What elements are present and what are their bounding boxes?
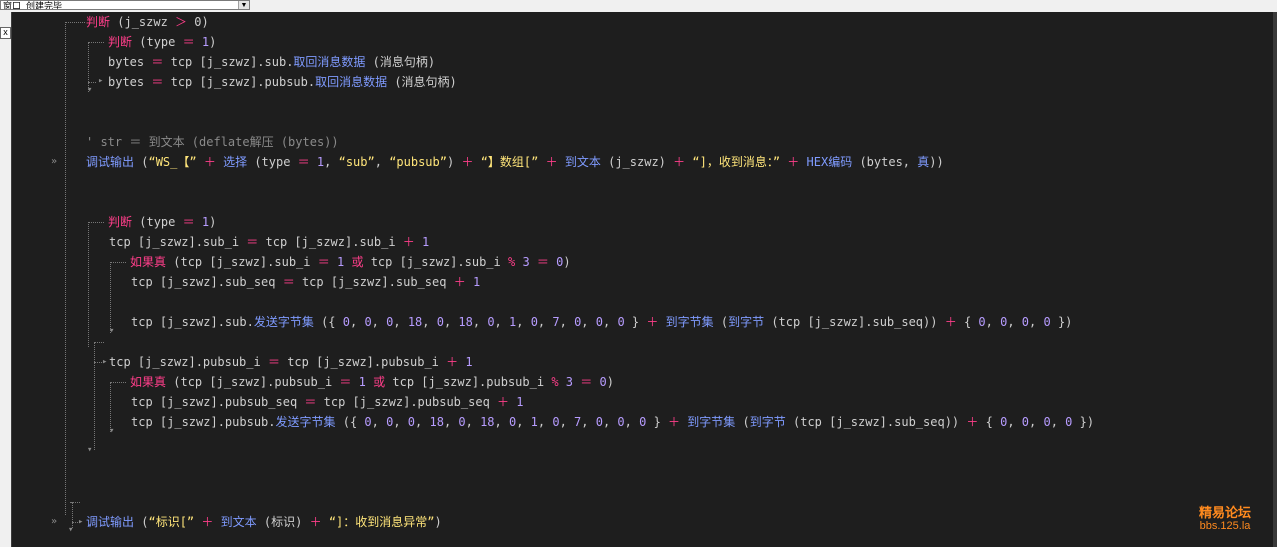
arrow-down-icon: ▾ <box>109 426 115 436</box>
arrow-right-icon: ▸ <box>78 517 84 527</box>
guide-line <box>110 262 126 263</box>
code-line-1[interactable]: 判断 (j_szwz ＞ 0) <box>86 12 209 32</box>
code-line-13[interactable]: 如果真 (tcp [j_szwz].pubsub_i ＝ 1 或 tcp [j_… <box>130 372 614 392</box>
guide-line <box>94 342 104 343</box>
code-line-12[interactable]: tcp [j_szwz].pubsub_i ＝ tcp [j_szwz].pub… <box>109 352 473 372</box>
guide-line <box>88 82 96 83</box>
subroutine-selector[interactable]: 窗口_创建完毕 ▼ <box>0 0 250 10</box>
guide-line <box>65 22 66 515</box>
vertical-scrollbar[interactable] <box>1273 12 1277 547</box>
code-line-16[interactable]: 调试输出 (“标识[” ＋ 到文本 (标识) ＋ “]：收到消息异常”) <box>86 512 442 532</box>
chevron-down-icon[interactable]: ▼ <box>238 1 249 9</box>
arrow-down-icon: ▾ <box>68 525 74 535</box>
fold-marker-icon[interactable]: » <box>51 157 57 167</box>
code-line-3[interactable]: bytes ＝ tcp [j_szwz].sub.取回消息数据 (消息句柄) <box>108 52 435 72</box>
arrow-down-icon: ▾ <box>87 85 93 95</box>
code-line-2[interactable]: 判断 (type ＝ 1) <box>108 32 216 52</box>
subroutine-selector-value: 窗口_创建完毕 <box>3 1 63 10</box>
forum-watermark: 精易论坛 bbs.125.la <box>1199 505 1251 532</box>
arrow-down-icon: ▾ <box>87 445 93 455</box>
watermark-url: bbs.125.la <box>1199 520 1251 532</box>
guide-line <box>88 42 104 43</box>
guide-line <box>88 222 89 347</box>
guide-line <box>110 382 111 432</box>
guide-line <box>88 222 104 223</box>
close-icon[interactable]: x <box>0 27 11 39</box>
code-editor[interactable]: ▾ ▾ ▾ ▾ ▾ ▸ ▸ ▸ » » 判断 (j_szwz ＞ 0) 判断 (… <box>11 12 1274 547</box>
watermark-title: 精易论坛 <box>1199 505 1252 520</box>
guide-line <box>94 362 102 363</box>
arrow-right-icon: ▸ <box>102 357 108 367</box>
code-line-4[interactable]: bytes ＝ tcp [j_szwz].pubsub.取回消息数据 (消息句柄… <box>108 72 457 92</box>
arrow-right-icon: ▸ <box>98 76 104 86</box>
guide-line <box>110 382 126 383</box>
code-line-5-comment[interactable]: ' str ＝ 到文本 (deflate解压 (bytes)) <box>86 132 339 152</box>
guide-line <box>65 22 85 23</box>
code-line-11[interactable]: tcp [j_szwz].sub.发送字节集 ({ 0, 0, 0, 18, 0… <box>131 312 1072 332</box>
guide-line <box>94 342 95 450</box>
top-toolbar: 窗口_创建完毕 ▼ <box>0 0 1277 12</box>
code-line-10[interactable]: tcp [j_szwz].sub_seq ＝ tcp [j_szwz].sub_… <box>131 272 480 292</box>
fold-marker-icon[interactable]: » <box>51 517 57 527</box>
code-line-9[interactable]: 如果真 (tcp [j_szwz].sub_i ＝ 1 或 tcp [j_szw… <box>130 252 571 272</box>
left-gutter-strip: x <box>0 12 11 547</box>
code-line-6[interactable]: 调试输出 (“WS_【” ＋ 选择 (type ＝ 1, “sub”, “pub… <box>86 152 944 172</box>
code-line-14[interactable]: tcp [j_szwz].pubsub_seq ＝ tcp [j_szwz].p… <box>131 392 524 412</box>
code-line-15[interactable]: tcp [j_szwz].pubsub.发送字节集 ({ 0, 0, 0, 18… <box>131 412 1094 432</box>
code-line-8[interactable]: tcp [j_szwz].sub_i ＝ tcp [j_szwz].sub_i … <box>109 232 429 252</box>
arrow-down-icon: ▾ <box>109 326 115 336</box>
code-line-7[interactable]: 判断 (type ＝ 1) <box>108 212 216 232</box>
guide-line <box>110 262 111 333</box>
